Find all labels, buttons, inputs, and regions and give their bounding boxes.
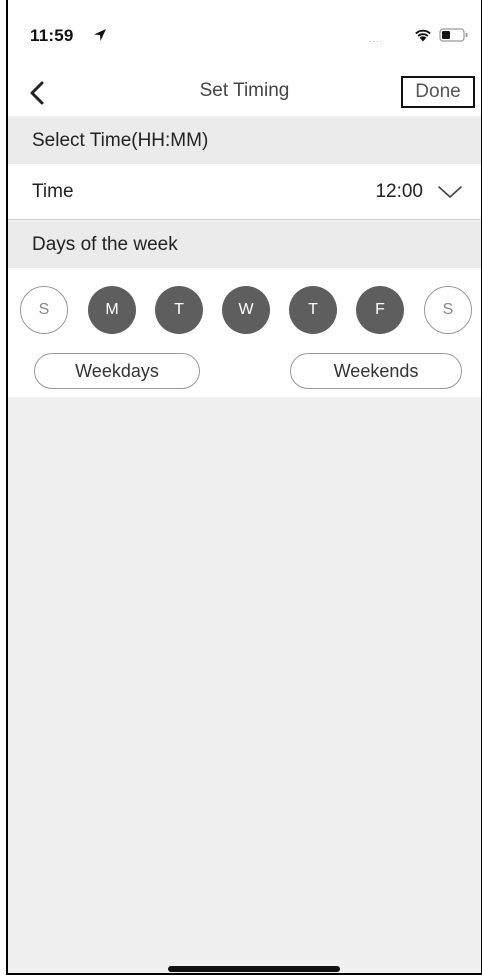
weekends-button[interactable]: Weekends [290, 353, 462, 389]
chevron-down-icon [438, 186, 462, 198]
time-value: 12:00 [375, 181, 423, 202]
time-label: Time [32, 181, 74, 202]
status-time: 11:59 [30, 26, 74, 45]
day-toggle-monday[interactable]: M [88, 286, 136, 334]
done-button[interactable]: Done [401, 76, 475, 108]
days-panel: S M T W T F S Weekdays Weekends [8, 268, 481, 397]
signal-strength: .... [369, 34, 384, 44]
time-picker-row[interactable]: Time 12:00 [8, 164, 481, 220]
phone-screen: 11:59 .... Set Timing Done Select Time(H… [6, 0, 482, 975]
navigation-bar: Set Timing Done [8, 72, 481, 116]
day-toggle-sunday[interactable]: S [20, 286, 68, 334]
weekdays-button[interactable]: Weekdays [34, 353, 200, 389]
day-toggle-friday[interactable]: F [356, 286, 404, 334]
wifi-icon [415, 29, 431, 42]
status-indicators: .... [369, 27, 469, 45]
location-arrow-icon [94, 29, 106, 41]
days-of-week-header: Days of the week [8, 222, 481, 268]
status-bar: 11:59 .... [8, 0, 481, 72]
select-time-header: Select Time(HH:MM) [8, 118, 481, 164]
day-toggle-wednesday[interactable]: W [222, 286, 270, 334]
home-indicator [168, 966, 340, 972]
day-toggle-saturday[interactable]: S [424, 286, 472, 334]
day-toggle-tuesday[interactable]: T [155, 286, 203, 334]
battery-icon [439, 28, 468, 42]
day-toggle-thursday[interactable]: T [289, 286, 337, 334]
